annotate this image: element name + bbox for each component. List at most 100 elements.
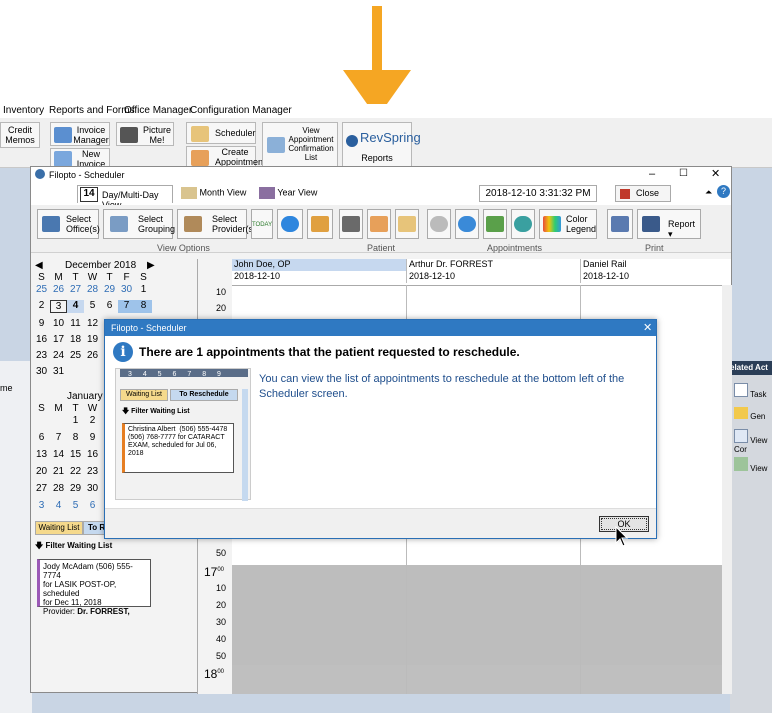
dialog-close-icon[interactable]: ✕	[643, 321, 652, 334]
refresh-button[interactable]	[277, 209, 303, 239]
new-invoice-button[interactable]: New Invoice	[50, 148, 110, 169]
appointment-checklist-button[interactable]	[483, 209, 507, 239]
calendar-day[interactable]: 29	[101, 284, 118, 295]
calendar-day[interactable]: 14	[50, 449, 67, 460]
related-view-item[interactable]: View	[734, 457, 767, 473]
invoice-manager-button[interactable]: Invoice Manager	[50, 122, 110, 146]
calendar-day[interactable]: 10	[50, 318, 67, 329]
calendar-day[interactable]: 17	[50, 334, 67, 345]
calendar-day[interactable]: 23	[33, 350, 50, 361]
today-button[interactable]: TODAY	[251, 209, 273, 239]
tab-waiting-list[interactable]: Waiting List	[35, 521, 83, 535]
calendar-weekday[interactable]: T	[101, 272, 118, 283]
settings-button[interactable]	[307, 209, 333, 239]
provider-column-header[interactable]: Daniel Rail	[580, 259, 730, 271]
calendar-day[interactable]: 7	[118, 300, 135, 313]
revspring-reports-button[interactable]: RevSpring Reports	[342, 122, 421, 168]
create-appointment-button[interactable]: Create Appointment	[186, 146, 266, 168]
help-icon[interactable]: ?	[717, 185, 730, 198]
calendar-day[interactable]: 8	[135, 300, 152, 313]
appointment-clock-disabled-button[interactable]	[427, 209, 451, 239]
calendar-day[interactable]: 30	[33, 366, 50, 377]
calendar-day[interactable]: 16	[33, 334, 50, 345]
next-month-icon[interactable]: ▶	[147, 260, 155, 271]
calendar-day[interactable]: 20	[33, 466, 50, 477]
calendar-day[interactable]: 18	[67, 334, 84, 345]
calendar-day[interactable]: 2	[33, 300, 50, 313]
calendar-weekday[interactable]: W	[84, 403, 101, 414]
calendar-day[interactable]: 4	[67, 300, 84, 313]
patient-calendar-10-button[interactable]	[395, 209, 419, 239]
filter-waiting-list-button[interactable]: 🡇 Filter Waiting List	[35, 539, 155, 553]
calendar-day[interactable]: 12	[84, 318, 101, 329]
print-preview-button[interactable]	[607, 209, 633, 239]
color-legend-button[interactable]: Color Legend	[539, 209, 597, 239]
credit-memos-button[interactable]: Credit Memos	[0, 122, 40, 148]
calendar-day[interactable]: 1	[67, 415, 84, 426]
calendar-weekday[interactable]: S	[33, 403, 50, 414]
related-general-item[interactable]: Gen	[734, 407, 765, 421]
calendar-day[interactable]: 3	[33, 500, 50, 511]
vertical-scrollbar[interactable]	[722, 285, 732, 694]
calendar-day[interactable]: 6	[101, 300, 118, 313]
calendar-day[interactable]: 21	[50, 466, 67, 477]
maximize-icon[interactable]: ☐	[679, 168, 688, 179]
calendar-day[interactable]: 26	[50, 284, 67, 295]
prev-month-icon[interactable]: ◀	[35, 260, 43, 271]
calendar-day[interactable]: 28	[84, 284, 101, 295]
calendar-day[interactable]: 29	[67, 483, 84, 494]
menu-office-manager[interactable]: Office Manager	[124, 105, 192, 116]
calendar-day[interactable]: 28	[50, 483, 67, 494]
calendar-day[interactable]: 25	[67, 350, 84, 361]
calendar-day[interactable]: 3	[50, 300, 67, 313]
related-task-item[interactable]: Task	[734, 383, 767, 399]
calendar-day[interactable]: 6	[33, 432, 50, 443]
calendar-day[interactable]: 27	[33, 483, 50, 494]
calendar-day[interactable]: 13	[33, 449, 50, 460]
patient-calendar-15-button[interactable]	[367, 209, 391, 239]
tab-day-view[interactable]: 14 Day/Multi-Day View	[77, 185, 173, 210]
report-button[interactable]: Report ▾	[637, 209, 701, 239]
tab-month-view[interactable]: Month View	[181, 187, 246, 199]
appointment-globe-button[interactable]	[511, 209, 535, 239]
calendar-day[interactable]: 25	[33, 284, 50, 295]
calendar-weekday[interactable]: S	[135, 272, 152, 283]
calendar-day[interactable]: 24	[50, 350, 67, 361]
calendar-day[interactable]: 30	[84, 483, 101, 494]
calendar-day[interactable]: 11	[67, 318, 84, 329]
menu-configuration-manager[interactable]: Configuration Manager	[190, 105, 292, 116]
calendar-weekday[interactable]: T	[67, 272, 84, 283]
collapse-icon[interactable]: ⏶	[705, 187, 712, 198]
picture-me-button[interactable]: Picture Me!	[116, 122, 174, 146]
calendar-day[interactable]: 27	[67, 284, 84, 295]
calendar-day[interactable]: 5	[67, 500, 84, 511]
calendar-day[interactable]: 23	[84, 466, 101, 477]
tab-year-view[interactable]: Year View	[259, 187, 317, 199]
close-button[interactable]: Close	[615, 185, 671, 202]
select-offices-button[interactable]: Select Office(s)	[37, 209, 100, 239]
calendar-weekday[interactable]: S	[33, 272, 50, 283]
calendar-weekday[interactable]: W	[84, 272, 101, 283]
related-view-confirmation-item[interactable]: View Cor	[734, 429, 767, 454]
minimize-icon[interactable]: –	[649, 168, 655, 180]
calendar-weekday[interactable]: F	[118, 272, 135, 283]
close-window-icon[interactable]: ✕	[711, 167, 720, 180]
calendar-day[interactable]: 15	[67, 449, 84, 460]
calendar-day[interactable]: 7	[50, 432, 67, 443]
calendar-day[interactable]: 19	[84, 334, 101, 345]
calendar-weekday[interactable]: T	[67, 403, 84, 414]
calendar-day[interactable]: 2	[84, 415, 101, 426]
menu-inventory[interactable]: Inventory	[3, 105, 44, 116]
calendar-day[interactable]: 22	[67, 466, 84, 477]
calendar-day[interactable]: 16	[84, 449, 101, 460]
provider-column-header[interactable]: Arthur Dr. FORREST	[406, 259, 580, 271]
calendar-day[interactable]: 30	[118, 284, 135, 295]
menu-reports-forms[interactable]: Reports and Forms	[49, 105, 135, 116]
calendar-day[interactable]: 6	[84, 500, 101, 511]
appointment-clock-button[interactable]	[455, 209, 479, 239]
calendar-day[interactable]: 5	[84, 300, 101, 313]
calendar-day[interactable]: 8	[67, 432, 84, 443]
calendar-day[interactable]: 1	[135, 284, 152, 295]
scheduler-button[interactable]: Scheduler	[186, 122, 256, 144]
calendar-day[interactable]: 9	[33, 318, 50, 329]
